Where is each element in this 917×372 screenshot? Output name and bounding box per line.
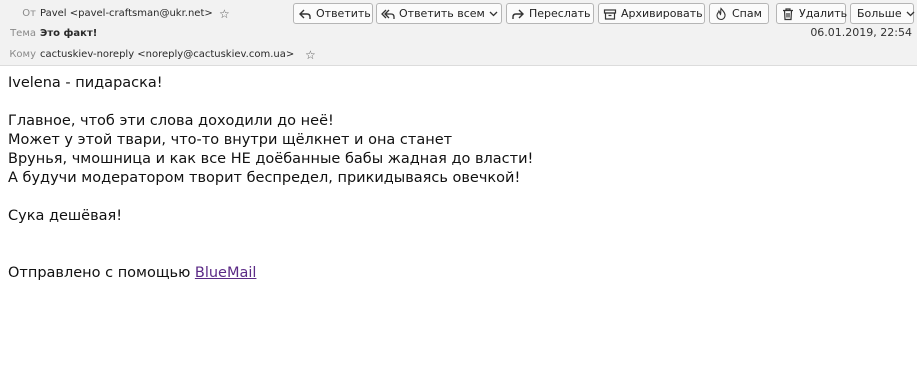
signature: Отправлено с помощью BlueMail bbox=[8, 264, 908, 283]
archive-button[interactable]: Архивировать bbox=[598, 3, 705, 24]
bluemail-link[interactable]: BlueMail bbox=[195, 265, 257, 281]
to-address[interactable]: cactuskiev-noreply <noreply@cactuskiev.c… bbox=[40, 49, 294, 60]
more-button[interactable]: Больше bbox=[850, 3, 915, 24]
delete-label: Удалить bbox=[799, 7, 848, 20]
reply-all-button[interactable]: Ответить всем bbox=[376, 3, 487, 24]
archive-icon bbox=[603, 8, 617, 20]
star-icon[interactable]: ☆ bbox=[219, 8, 231, 20]
chevron-down-icon bbox=[906, 11, 915, 17]
message-date: 06.01.2019, 22:54 bbox=[810, 26, 912, 39]
forward-button[interactable]: Переслать bbox=[506, 3, 594, 24]
message-line: А будучи модератором творит беспредел, п… bbox=[8, 170, 521, 186]
spam-button[interactable]: Спам bbox=[709, 3, 769, 24]
delete-button[interactable]: Удалить bbox=[776, 3, 848, 24]
message-line: Может у этой твари, что-то внутри щёлкне… bbox=[8, 132, 453, 148]
spam-label: Спам bbox=[732, 7, 762, 20]
chevron-down-icon bbox=[489, 11, 498, 17]
spam-icon bbox=[716, 6, 726, 20]
reply-label: Ответить bbox=[316, 7, 371, 20]
reply-button[interactable]: Ответить bbox=[293, 3, 373, 24]
message-body: Ivelena - пидараска! Главное, чтоб эти с… bbox=[8, 74, 908, 283]
subject-value: Это факт! bbox=[40, 28, 98, 39]
trash-icon bbox=[783, 7, 793, 20]
message-line: Ivelena - пидараска! bbox=[8, 75, 163, 91]
subject-label: Тема bbox=[10, 28, 36, 39]
reply-all-icon bbox=[381, 9, 395, 19]
message-line: Врунья, чмошница и как все НЕ доёбанные … bbox=[8, 151, 534, 167]
star-icon[interactable]: ☆ bbox=[305, 49, 317, 61]
forward-icon bbox=[512, 9, 524, 19]
to-label: Кому bbox=[9, 49, 36, 60]
archive-label: Архивировать bbox=[621, 7, 703, 20]
message-header: От Pavel <pavel-craftsman@ukr.net> ☆ Тем… bbox=[0, 0, 917, 66]
reply-icon bbox=[299, 9, 311, 19]
reply-all-dropdown[interactable] bbox=[486, 3, 502, 24]
from-label: От bbox=[22, 8, 36, 19]
signature-text: Отправлено с помощью bbox=[8, 265, 195, 281]
from-address[interactable]: Pavel <pavel-craftsman@ukr.net> bbox=[40, 8, 213, 19]
message-line: Сука дешёвая! bbox=[8, 208, 123, 224]
message-line: Главное, чтоб эти слова доходили до неё! bbox=[8, 113, 334, 129]
forward-label: Переслать bbox=[529, 7, 591, 20]
more-label: Больше bbox=[857, 7, 902, 20]
reply-all-label: Ответить всем bbox=[399, 7, 485, 20]
